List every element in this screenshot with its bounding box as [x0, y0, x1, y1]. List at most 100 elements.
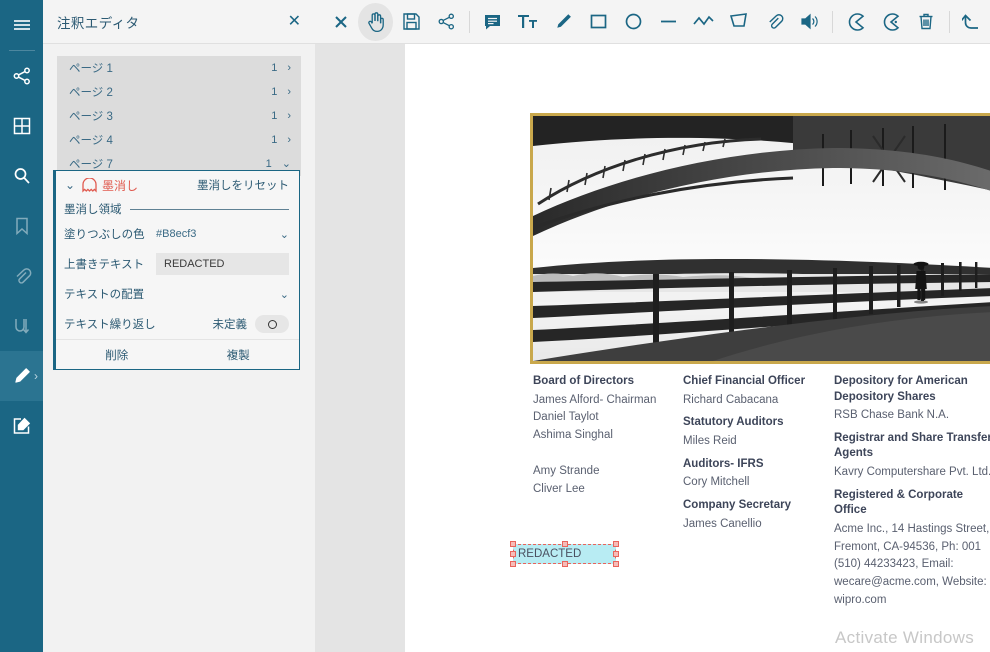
page-label: ページ 4: [69, 135, 113, 147]
line-tool-button[interactable]: [651, 3, 686, 41]
document-viewport[interactable]: Board of Directors James Alford- Chairma…: [315, 44, 990, 652]
close-button[interactable]: [323, 3, 358, 41]
page-count: 1: [271, 134, 278, 146]
toolbar-divider: [468, 10, 470, 33]
column-officers: Chief Financial Officer Richard Cabacana…: [683, 374, 831, 539]
line: James Canellio: [683, 517, 762, 530]
signature-icon: [12, 316, 32, 336]
sidebar-item-search[interactable]: [0, 151, 43, 201]
list-item[interactable]: ページ 4 1 ›: [57, 128, 301, 152]
sidebar-item-share[interactable]: [0, 51, 43, 101]
apply-redaction-button[interactable]: [873, 3, 908, 41]
ellipse-tool-button[interactable]: [616, 3, 651, 41]
text-repeat-label: テキスト繰り返し: [64, 319, 156, 331]
attachment-tool-button[interactable]: [757, 3, 792, 41]
resize-handle-n[interactable]: [561, 541, 568, 547]
annotation-type-label: 墨消し: [102, 178, 139, 193]
resize-handle-se[interactable]: [613, 561, 619, 567]
block-depository: Depository for American Depository Share…: [834, 374, 990, 425]
resize-handle-ne[interactable]: [613, 541, 619, 547]
delete-button[interactable]: 削除: [56, 340, 178, 369]
text-tool-button[interactable]: [510, 3, 545, 41]
sidebar-item-annotate[interactable]: [0, 351, 43, 401]
heading: Depository for American Depository Share…: [834, 375, 968, 403]
trash-icon: [917, 12, 935, 31]
sidebar-item-thumbnails[interactable]: [0, 101, 43, 151]
page-count: 1: [265, 158, 272, 170]
chevron-down-icon[interactable]: ⌄: [275, 228, 289, 241]
comment-button[interactable]: [475, 3, 510, 41]
resize-handle-e[interactable]: [613, 551, 619, 557]
chevron-down-icon[interactable]: ⌄: [282, 158, 291, 170]
comment-icon: [483, 12, 502, 31]
chevron-right-icon[interactable]: ›: [287, 86, 291, 98]
redact-apply-icon: [881, 12, 901, 32]
line: Acme Inc., 14 Hastings Street, Fremont, …: [834, 522, 990, 606]
line: Miles Reid: [683, 434, 737, 447]
text-repeat-toggle[interactable]: [255, 315, 289, 333]
fill-color-row[interactable]: 塗りつぶしの色 #B8ecf3 ⌄: [56, 219, 299, 249]
overlay-text-input[interactable]: REDACTED: [156, 253, 289, 275]
resize-handle-w[interactable]: [510, 551, 516, 557]
chevron-down-icon[interactable]: ⌄: [62, 178, 78, 192]
list-item[interactable]: ページ 3 1 ›: [57, 104, 301, 128]
block-cfo: Chief Financial Officer Richard Cabacana: [683, 374, 831, 409]
rectangle-tool-button[interactable]: [581, 3, 616, 41]
left-rail: [0, 0, 43, 652]
duplicate-button[interactable]: 複製: [178, 340, 300, 369]
page-count: 1: [271, 110, 278, 122]
pan-hand-icon: [366, 11, 386, 33]
resize-handle-nw[interactable]: [510, 541, 516, 547]
line: Cliver Lee: [533, 482, 585, 495]
sidebar-item-signature[interactable]: [0, 301, 43, 351]
resize-handle-sw[interactable]: [510, 561, 516, 567]
sound-tool-button[interactable]: [792, 3, 827, 41]
chevron-right-icon[interactable]: ›: [287, 134, 291, 146]
toolbar-divider: [948, 10, 950, 33]
trash-button[interactable]: [909, 3, 944, 41]
pen-tool-button[interactable]: [545, 3, 580, 41]
polygon-icon: [729, 12, 749, 31]
resize-handle-s[interactable]: [561, 561, 568, 567]
edit-square-icon: [12, 416, 32, 436]
close-icon: [334, 15, 348, 29]
line-redacted-placeholder: [533, 445, 683, 463]
share-button[interactable]: [429, 3, 464, 41]
sidebar-item-menu[interactable]: [0, 0, 43, 50]
polyline-tool-button[interactable]: [686, 3, 721, 41]
heading: Statutory Auditors: [683, 416, 784, 429]
pan-tool-button[interactable]: [358, 2, 394, 41]
text-align-row[interactable]: テキストの配置 ⌄: [56, 279, 299, 309]
list-item[interactable]: ページ 1 1 ›: [57, 56, 301, 80]
section-divider: [129, 208, 289, 210]
undo-icon: [961, 12, 983, 32]
page-label: ページ 3: [69, 111, 113, 123]
fill-color-label: 塗りつぶしの色: [64, 229, 145, 241]
sidebar-item-edit[interactable]: [0, 401, 43, 451]
toolbar-divider: [832, 10, 834, 33]
sidebar-item-bookmark[interactable]: [0, 201, 43, 251]
pen-icon: [553, 12, 573, 32]
line: Amy Strande: [533, 464, 600, 477]
line: Richard Cabacana: [683, 393, 779, 406]
annotation-card-header: ⌄ 墨消し 墨消しをリセット: [56, 171, 299, 199]
text-align-label: テキストの配置: [64, 289, 145, 301]
chevron-right-icon[interactable]: ›: [287, 62, 291, 74]
close-icon[interactable]: ✕: [288, 13, 301, 30]
chevron-right-icon[interactable]: ›: [287, 110, 291, 122]
text-repeat-state: 未定義: [212, 319, 248, 331]
sidebar-item-attachments[interactable]: [0, 251, 43, 301]
undo-button[interactable]: [955, 3, 990, 41]
redact-icon: [846, 12, 866, 32]
save-button[interactable]: [393, 3, 428, 41]
redact-tool-button[interactable]: [838, 3, 873, 41]
redaction-annotation-selected[interactable]: REDACTED: [510, 541, 619, 567]
reset-redaction-link[interactable]: 墨消しをリセット: [197, 177, 289, 193]
line-icon: [659, 12, 678, 31]
bookmark-icon: [12, 216, 32, 236]
list-item[interactable]: ページ 2 1 ›: [57, 80, 301, 104]
thumbnails-icon: [12, 116, 32, 136]
polygon-tool-button[interactable]: [722, 3, 757, 41]
block-statutory-auditors: Statutory Auditors Miles Reid: [683, 415, 831, 450]
chevron-down-icon[interactable]: ⌄: [275, 288, 289, 301]
